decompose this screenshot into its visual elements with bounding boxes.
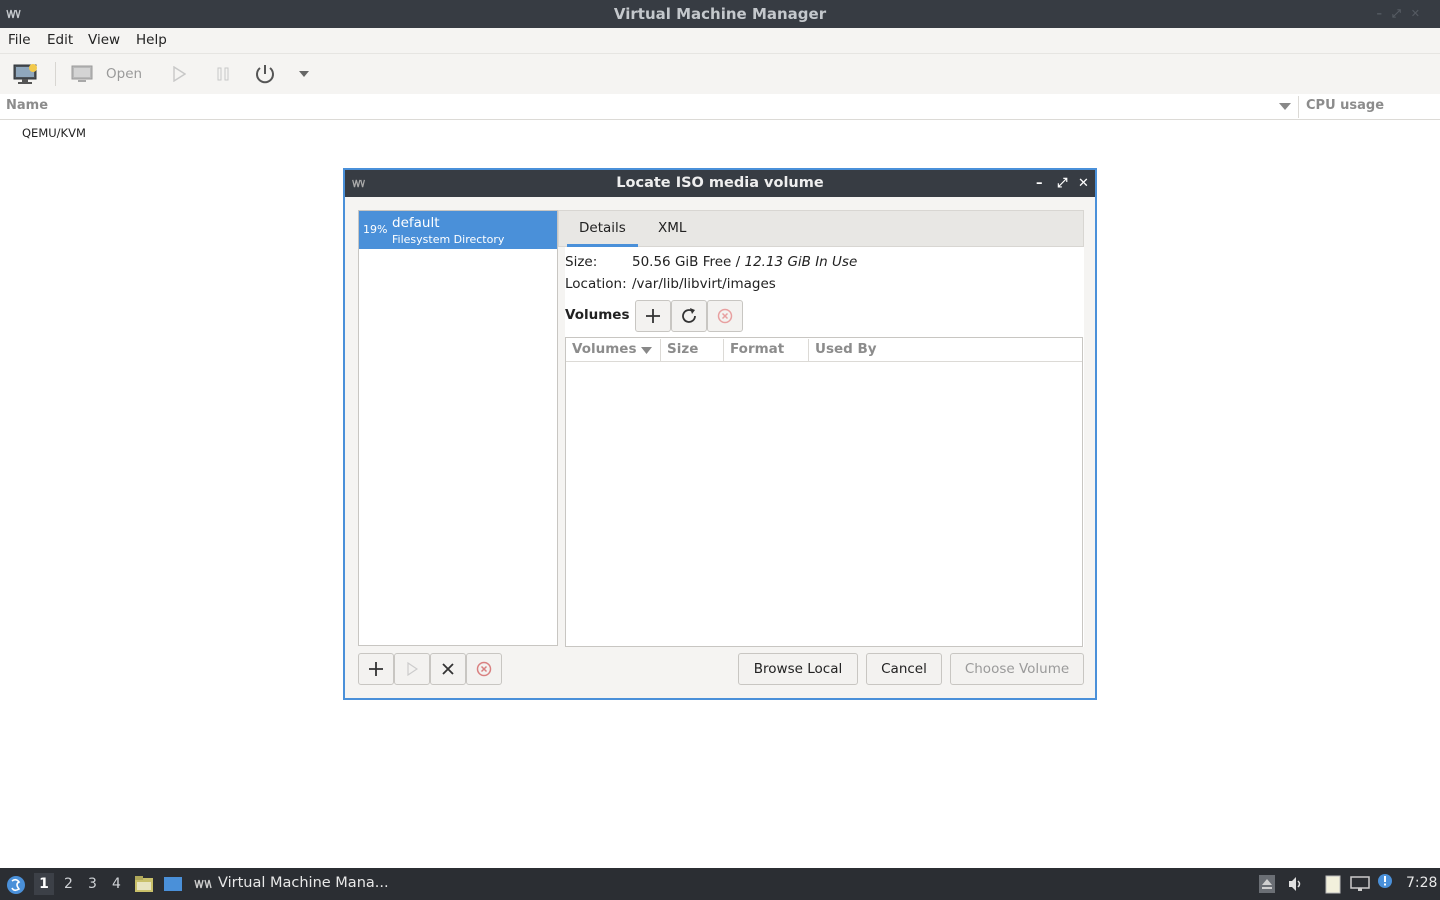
close-x-icon [442, 663, 454, 675]
tab-xml[interactable]: XML [658, 220, 686, 236]
tab-details[interactable]: Details [579, 220, 626, 236]
location-value: /var/lib/libvirt/images [632, 276, 776, 292]
new-vm-button[interactable] [10, 62, 40, 86]
location-label: Location: [565, 276, 627, 292]
size-free: 50.56 GiB Free [632, 254, 732, 270]
add-pool-button[interactable] [358, 653, 394, 685]
add-volume-button[interactable] [635, 300, 671, 332]
menu-help[interactable]: Help [136, 32, 167, 48]
workspace-4[interactable]: 4 [112, 876, 121, 892]
column-volumes[interactable]: Volumes [572, 341, 636, 357]
column-format[interactable]: Format [730, 341, 784, 357]
choose-volume-button[interactable]: Choose Volume [950, 653, 1084, 685]
connection-row[interactable]: QEMU/KVM [22, 126, 86, 140]
stop-icon [476, 661, 492, 677]
pause-icon [217, 67, 229, 81]
toolbar-separator [55, 62, 56, 86]
maximize-icon[interactable]: ⤢ [1057, 170, 1067, 197]
start-pool-button[interactable] [394, 653, 430, 685]
menu-file[interactable]: File [8, 32, 31, 48]
virt-manager-app-icon [352, 179, 366, 188]
eject-icon[interactable] [1259, 875, 1275, 893]
delete-pool-button[interactable] [466, 653, 502, 685]
dialog-title: Locate ISO media volume [616, 175, 824, 191]
virt-manager-app-icon [6, 9, 21, 19]
column-used-by[interactable]: Used By [815, 341, 877, 357]
close-icon[interactable]: ✕ [1078, 170, 1089, 197]
window-controls[interactable]: –⤢✕ [1376, 0, 1430, 28]
pool-name: default [392, 215, 440, 231]
delete-volume-button[interactable] [707, 300, 743, 332]
power-icon [256, 65, 274, 84]
size-separator: / [731, 254, 745, 270]
stop-icon [717, 308, 733, 324]
play-icon [173, 66, 186, 82]
workspace-2[interactable]: 2 [64, 876, 73, 892]
virt-manager-task-icon [194, 879, 212, 889]
refresh-icon [682, 308, 696, 323]
file-manager-icon[interactable] [134, 875, 154, 893]
details-panel: Size: 50.56 GiB Free / 12.13 GiB In Use … [565, 247, 1084, 647]
volumes-table-header: Volumes Size Format Used By [566, 338, 1082, 362]
minimize-icon[interactable]: – [1036, 170, 1043, 197]
vm-list-header: Name CPU usage [0, 94, 1440, 120]
size-in-use: 12.13 GiB In Use [744, 254, 858, 270]
size-value: 50.56 GiB Free / 12.13 GiB In Use [632, 254, 857, 270]
browse-local-button[interactable]: Browse Local [738, 653, 858, 685]
pool-usage-percent: 19% [363, 223, 388, 236]
column-cpu-usage[interactable]: CPU usage [1306, 98, 1384, 113]
column-divider [808, 339, 809, 361]
network-icon[interactable] [1350, 875, 1370, 893]
open-button-label[interactable]: Open [106, 66, 142, 82]
start-menu-icon[interactable] [5, 874, 27, 896]
open-button[interactable] [68, 62, 96, 86]
taskbar: 1 2 3 4 Virtual Machine Mana... 7:28 [0, 868, 1440, 900]
chevron-down-icon [299, 71, 309, 77]
volume-icon[interactable] [1287, 875, 1305, 893]
new-vm-icon [13, 64, 37, 84]
size-label: Size: [565, 254, 598, 270]
taskbar-task-virt-manager[interactable]: Virtual Machine Mana... [218, 875, 389, 891]
run-button[interactable] [168, 62, 190, 86]
pause-button[interactable] [212, 62, 234, 86]
menu-bar: File Edit View Help [0, 28, 1440, 54]
main-titlebar: Virtual Machine Manager –⤢✕ [0, 0, 1440, 28]
window-title: Virtual Machine Manager [613, 5, 827, 23]
dialog-titlebar: Locate ISO media volume – ⤢ ✕ [345, 170, 1095, 197]
menu-edit[interactable]: Edit [47, 32, 73, 48]
workspace-1[interactable]: 1 [34, 873, 54, 895]
plus-icon [646, 309, 660, 323]
shutdown-menu-button[interactable] [296, 62, 312, 86]
storage-pool-list: 19% default Filesystem Directory [358, 210, 558, 646]
column-size[interactable]: Size [667, 341, 698, 357]
volumes-label: Volumes [565, 307, 630, 323]
volumes-table: Volumes Size Format Used By [565, 337, 1083, 647]
monitor-icon [71, 65, 93, 82]
column-name[interactable]: Name [6, 98, 48, 113]
shutdown-button[interactable] [252, 62, 278, 86]
sort-down-icon[interactable] [641, 347, 652, 354]
clock[interactable]: 7:28 [1406, 875, 1437, 891]
notification-icon[interactable] [1377, 873, 1393, 889]
play-icon [407, 662, 418, 676]
sort-down-icon[interactable] [1279, 103, 1291, 110]
workspace-3[interactable]: 3 [88, 876, 97, 892]
plus-icon [369, 662, 383, 676]
column-divider [660, 339, 661, 361]
locate-iso-dialog: Locate ISO media volume – ⤢ ✕ 19% defaul… [343, 168, 1097, 700]
toolbar: Open [0, 54, 1440, 94]
pool-tabs: Details XML [558, 210, 1084, 247]
stop-pool-button[interactable] [430, 653, 466, 685]
clipboard-icon[interactable] [1324, 874, 1342, 894]
desktop-icon[interactable] [163, 875, 183, 893]
pool-type: Filesystem Directory [392, 233, 505, 246]
cancel-button[interactable]: Cancel [866, 653, 942, 685]
refresh-volumes-button[interactable] [671, 300, 707, 332]
column-divider [723, 339, 724, 361]
menu-view[interactable]: View [88, 32, 120, 48]
column-divider [1298, 96, 1299, 118]
pool-row-default[interactable]: 19% default Filesystem Directory [359, 211, 557, 249]
